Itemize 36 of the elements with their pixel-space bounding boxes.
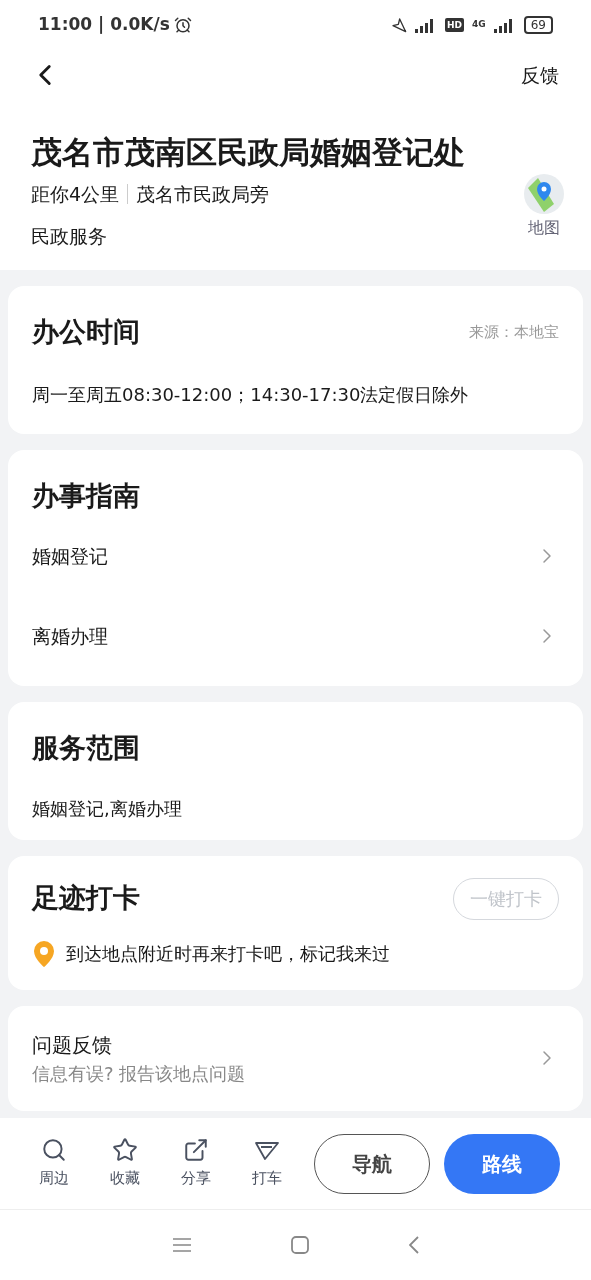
toolbar-button[interactable]: 收藏 <box>89 1137 160 1190</box>
map-button[interactable]: 地图 <box>524 174 564 240</box>
toolbar-button[interactable]: 打车 <box>231 1137 302 1190</box>
menu-icon[interactable] <box>172 1238 191 1252</box>
status-time: 11:00 | 0.0K/s <box>38 13 170 37</box>
search-icon <box>40 1137 67 1164</box>
hd-icon: HD <box>445 18 465 32</box>
section-title: 办事指南 <box>32 478 141 513</box>
scope-text: 婚姻登记,离婚办理 <box>32 796 183 821</box>
hours-text: 周一至周五08:30-12:00；14:30-17:30法定假日除外 <box>32 382 470 407</box>
star-icon <box>111 1137 138 1164</box>
share-icon <box>182 1137 209 1164</box>
toolbar-button[interactable]: 分享 <box>160 1137 231 1190</box>
toolbar-button[interactable]: 周边 <box>18 1137 89 1190</box>
map-icon <box>524 174 564 214</box>
guide-item[interactable]: 婚姻登记 <box>32 516 559 596</box>
report-item[interactable]: 问题反馈 信息有误? 报告该地点问题 <box>32 1029 559 1087</box>
network-type: 4G <box>472 18 486 32</box>
pin-icon <box>32 939 56 968</box>
section-title: 办公时间 <box>32 315 140 349</box>
home-icon[interactable] <box>290 1236 309 1254</box>
checkin-hint: 到达地点附近时再来打卡吧，标记我来过 <box>66 942 390 966</box>
distance-text: 距你4公里 <box>31 182 120 207</box>
alarm-icon <box>173 16 192 34</box>
section-title: 服务范围 <box>32 731 141 765</box>
category-text: 民政服务 <box>31 224 108 249</box>
place-title: 茂名市茂南区民政局婚姻登记处 <box>31 133 466 172</box>
section-title: 足迹打卡 <box>32 881 140 916</box>
address-text: 茂名市民政局旁 <box>136 182 270 207</box>
guide-item[interactable]: 离婚办理 <box>32 596 559 676</box>
back-icon[interactable] <box>408 1236 419 1254</box>
route-button[interactable]: 路线 <box>444 1133 560 1194</box>
battery-indicator: 69 <box>523 16 553 34</box>
source-text: 来源：本地宝 <box>469 322 559 343</box>
location-icon <box>391 17 408 33</box>
feedback-link[interactable]: 反馈 <box>521 60 559 90</box>
